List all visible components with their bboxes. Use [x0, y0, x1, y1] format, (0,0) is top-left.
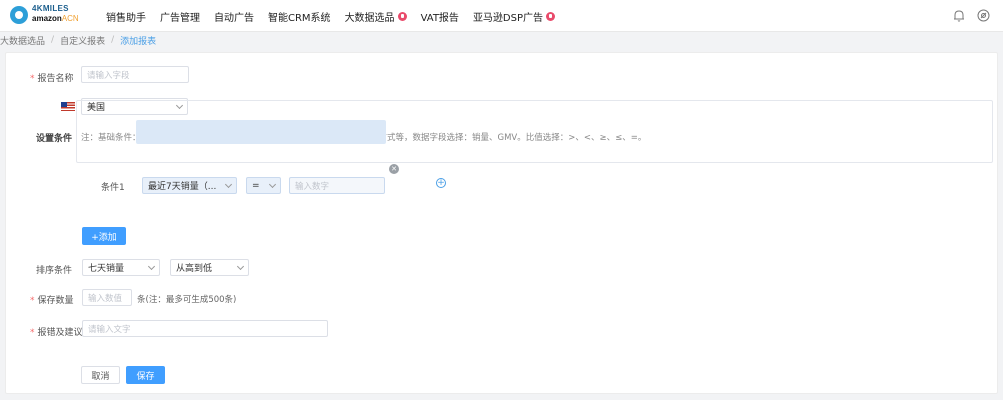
- nav-item-dsp-ads[interactable]: 亚马逊DSP广告: [473, 9, 556, 24]
- breadcrumb-separator: /: [51, 35, 55, 45]
- logo-text-amazon: amazonACN: [32, 14, 79, 23]
- breadcrumb-item-add-report: 添加报表: [120, 36, 157, 47]
- gear-icon[interactable]: [977, 9, 990, 22]
- condition-value-input[interactable]: 输入数字: [289, 177, 385, 194]
- hot-badge-icon: [397, 11, 407, 21]
- add-condition-plus-icon[interactable]: +: [436, 178, 446, 188]
- nav-item-auto-ads[interactable]: 自动广告: [214, 9, 254, 24]
- save-button[interactable]: 保存: [126, 366, 165, 384]
- nav-item-sales-assistant[interactable]: 销售助手: [106, 9, 146, 24]
- top-nav-bar: 4KMILES amazonACN 销售助手 广告管理 自动广告 智能CRM系统…: [0, 0, 1003, 32]
- nav-item-crm[interactable]: 智能CRM系统: [268, 9, 331, 24]
- chevron-down-icon: [224, 180, 233, 188]
- chevron-down-icon: [147, 262, 156, 270]
- report-name-label: * 报告名称: [30, 74, 74, 84]
- breadcrumb-item-big-data[interactable]: 大数据选品: [0, 34, 45, 47]
- condition-1-block: [136, 120, 386, 144]
- bell-icon[interactable]: [953, 9, 965, 22]
- hot-badge-icon: [546, 11, 556, 21]
- sort-label: 排序条件: [36, 266, 73, 276]
- save-count-note: 条(注：最多可生成500条): [137, 295, 237, 305]
- logo-text-suffix: ACN: [61, 14, 79, 23]
- logo-mark-icon: [10, 6, 28, 24]
- conditions-label: 设置条件: [36, 134, 73, 144]
- condition-1-label: 条件1: [101, 183, 125, 193]
- breadcrumb-separator: /: [111, 35, 115, 45]
- cancel-button[interactable]: 取消: [81, 366, 120, 384]
- chevron-down-icon: [236, 262, 245, 270]
- us-flag-icon: [61, 102, 75, 111]
- nav-item-vat-report[interactable]: VAT报告: [421, 9, 459, 24]
- feedback-input[interactable]: 请输入文字: [82, 320, 328, 337]
- nav-item-big-data[interactable]: 大数据选品: [345, 9, 407, 24]
- add-condition-button[interactable]: +添加: [82, 227, 126, 245]
- nav-item-ad-management[interactable]: 广告管理: [160, 9, 200, 24]
- sort-order-select[interactable]: 从高到低: [170, 259, 249, 276]
- logo-text-brand: 4KMILES: [32, 4, 69, 13]
- 4kmiles-logo[interactable]: 4KMILES amazonACN: [10, 4, 80, 28]
- remove-condition-icon[interactable]: ✕: [389, 164, 399, 174]
- report-name-input[interactable]: 请输入字段: [81, 66, 189, 83]
- condition-operator-select[interactable]: =: [246, 177, 281, 194]
- breadcrumb: 大数据选品 / 自定义报表 / 添加报表: [0, 33, 156, 47]
- main-nav: 销售助手 广告管理 自动广告 智能CRM系统 大数据选品 VAT报告 亚马逊DS…: [106, 0, 569, 32]
- condition-field-select[interactable]: 最近7天销量（...: [142, 177, 237, 194]
- save-count-label: * 保存数量: [30, 296, 74, 306]
- save-count-input[interactable]: 输入数值: [82, 289, 132, 306]
- sort-field-select[interactable]: 七天销量: [82, 259, 160, 276]
- chevron-down-icon: [268, 180, 277, 188]
- breadcrumb-item-custom-report[interactable]: 自定义报表: [60, 34, 105, 47]
- feedback-label: * 报错及建议: [30, 328, 83, 338]
